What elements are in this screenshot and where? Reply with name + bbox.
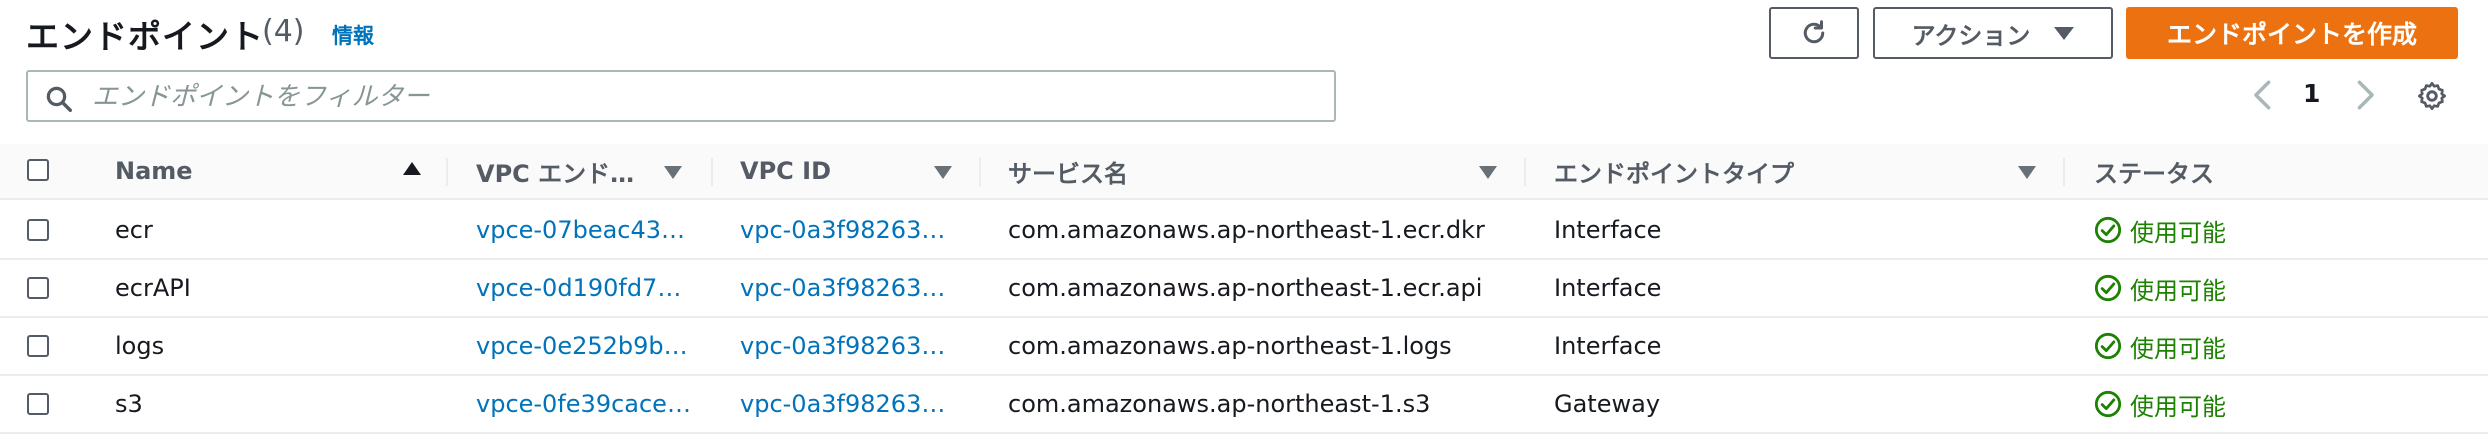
status-text: 使用可能	[2130, 218, 2226, 247]
vpce-id-link[interactable]: vpce-0fe39cace…	[476, 376, 711, 432]
vpce-id-link[interactable]: vpce-07beac43…	[476, 202, 711, 258]
endpoint-name: logs	[115, 332, 165, 360]
endpoint-name: ecr	[115, 216, 153, 244]
status-text: 使用可能	[2130, 276, 2226, 305]
check-circle-icon	[2094, 332, 2122, 360]
create-endpoint-button[interactable]: エンドポイントを作成	[2126, 7, 2458, 59]
endpoint-name: ecrAPI	[115, 274, 191, 302]
check-circle-icon	[2094, 216, 2122, 244]
row-checkbox[interactable]	[27, 219, 49, 241]
refresh-icon	[1803, 20, 1825, 44]
service-name: com.amazonaws.ap-northeast-1.ecr.api	[1008, 274, 1483, 302]
chevron-right-icon[interactable]	[2350, 78, 2380, 112]
search-icon	[46, 86, 72, 112]
vpce-id-link[interactable]: vpce-0e252b9b…	[476, 318, 711, 374]
endpoint-name: s3	[115, 390, 143, 418]
table-row[interactable]: ecr vpce-07beac43… vpc-0a3f98263… com.am…	[0, 202, 2488, 260]
sort-ascending-icon[interactable]	[403, 162, 421, 175]
status-text: 使用可能	[2130, 392, 2226, 421]
table-row[interactable]: logs vpce-0e252b9b… vpc-0a3f98263… com.a…	[0, 318, 2488, 376]
column-divider	[2063, 158, 2065, 186]
column-header-name[interactable]: Name	[115, 144, 415, 198]
actions-label: アクション	[1911, 21, 2031, 50]
column-header-status[interactable]: ステータス	[2094, 144, 2394, 198]
column-header-vpce[interactable]: VPC エンド…	[476, 144, 686, 198]
check-circle-icon	[2094, 390, 2122, 418]
actions-dropdown-button[interactable]: アクション	[1873, 7, 2113, 59]
select-all-checkbox[interactable]	[27, 159, 49, 181]
refresh-button[interactable]	[1769, 7, 1859, 59]
table-row[interactable]: s3 vpce-0fe39cace… vpc-0a3f98263… com.am…	[0, 376, 2488, 434]
sort-icon[interactable]	[2018, 166, 2036, 179]
service-name: com.amazonaws.ap-northeast-1.ecr.dkr	[1008, 216, 1485, 244]
sort-icon[interactable]	[934, 166, 952, 179]
endpoint-type: Gateway	[1554, 390, 1661, 418]
caret-down-icon	[2054, 26, 2075, 40]
status-badge: 使用可能	[2094, 376, 2434, 432]
vpce-id-link[interactable]: vpce-0d190fd7…	[476, 260, 711, 316]
vpc-id-link[interactable]: vpc-0a3f98263…	[740, 376, 975, 432]
info-link[interactable]: 情報	[332, 20, 374, 50]
column-divider	[711, 158, 713, 186]
vpc-id-link[interactable]: vpc-0a3f98263…	[740, 202, 975, 258]
table-row[interactable]: ecrAPI vpce-0d190fd7… vpc-0a3f98263… com…	[0, 260, 2488, 318]
service-name: com.amazonaws.ap-northeast-1.s3	[1008, 390, 1431, 418]
column-header-endpoint-type[interactable]: エンドポイントタイプ	[1554, 144, 1954, 198]
column-divider	[979, 158, 981, 186]
filter-input[interactable]	[90, 78, 1294, 116]
status-badge: 使用可能	[2094, 318, 2434, 374]
endpoint-count: (4)	[262, 14, 305, 49]
sort-icon[interactable]	[1479, 166, 1497, 179]
vpc-id-link[interactable]: vpc-0a3f98263…	[740, 318, 975, 374]
table-header-row: Name VPC エンド… VPC ID サービス名 エンドポイントタイプ ステ…	[0, 144, 2488, 200]
status-text: 使用可能	[2130, 334, 2226, 363]
page-number[interactable]: 1	[2303, 79, 2320, 108]
column-header-vpc-id[interactable]: VPC ID	[740, 144, 940, 198]
service-name: com.amazonaws.ap-northeast-1.logs	[1008, 332, 1452, 360]
column-divider	[446, 158, 448, 186]
row-checkbox[interactable]	[27, 393, 49, 415]
sort-icon[interactable]	[664, 166, 682, 179]
status-badge: 使用可能	[2094, 202, 2434, 258]
endpoint-type: Interface	[1554, 216, 1662, 244]
check-circle-icon	[2094, 274, 2122, 302]
gear-icon[interactable]	[2416, 80, 2448, 112]
column-header-service-name[interactable]: サービス名	[1008, 144, 1308, 198]
vpc-id-link[interactable]: vpc-0a3f98263…	[740, 260, 975, 316]
status-badge: 使用可能	[2094, 260, 2434, 316]
endpoint-type: Interface	[1554, 332, 1662, 360]
row-checkbox[interactable]	[27, 335, 49, 357]
page-title: エンドポイント	[26, 17, 264, 56]
endpoint-type: Interface	[1554, 274, 1662, 302]
chevron-left-icon[interactable]	[2248, 78, 2278, 112]
column-divider	[1524, 158, 1526, 186]
filter-box	[26, 70, 1336, 122]
row-checkbox[interactable]	[27, 277, 49, 299]
